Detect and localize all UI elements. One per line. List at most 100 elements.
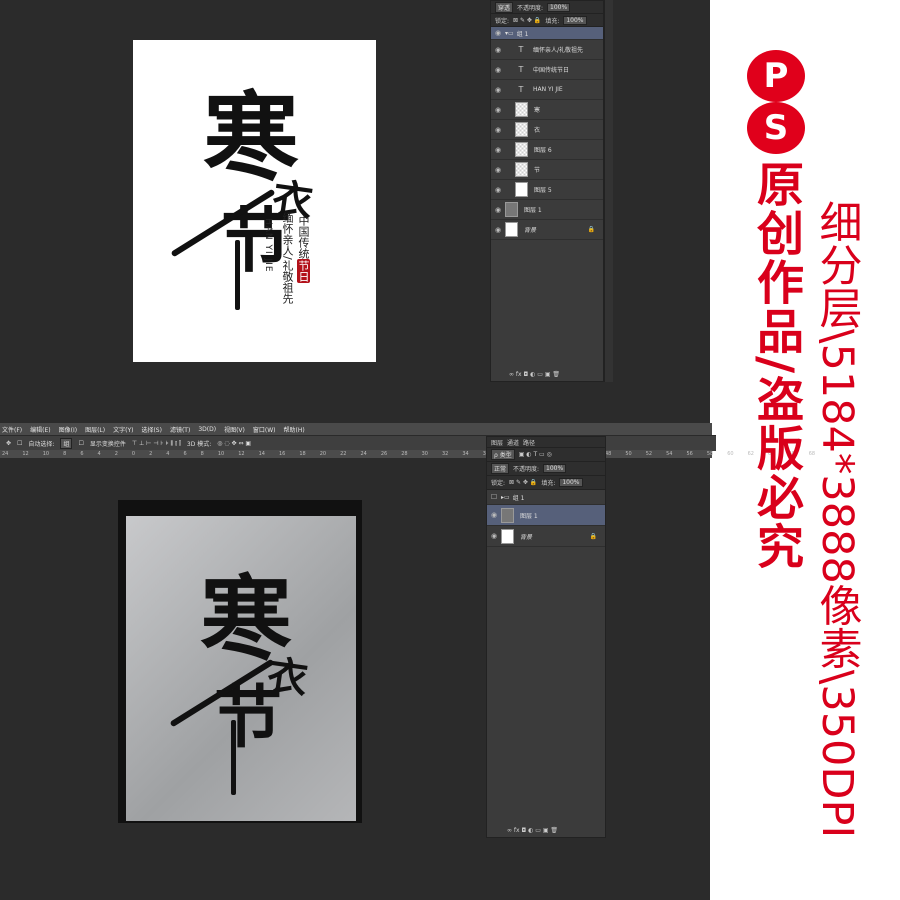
lock-icon: 🔒 <box>587 226 595 233</box>
layer-row-text2[interactable]: ◉ T 中国传统节日 <box>491 60 603 80</box>
ruler-tick-label: 10 <box>42 451 50 457</box>
eye-icon[interactable]: ◉ <box>491 86 505 94</box>
menu-image[interactable]: 图像(I) <box>59 425 77 434</box>
bottom-layer-layer1[interactable]: ◉ 图层 1 <box>487 505 605 526</box>
menu-3d[interactable]: 3D(D) <box>198 426 216 433</box>
ruler-tick-label: 22 <box>340 451 347 457</box>
auto-select-dropdown[interactable]: 组 <box>60 438 73 449</box>
eye-icon[interactable]: ◉ <box>491 206 505 214</box>
ps-badge-s: S <box>747 102 805 154</box>
layer-thumbnail <box>515 122 528 137</box>
bottom-blend-select[interactable]: 正常 <box>491 463 510 474</box>
top-lock-icons[interactable]: ⊠ ✎ ✥ 🔒 <box>513 17 541 24</box>
tab-channels[interactable]: 通道 <box>507 438 519 447</box>
layer-name: 节 <box>534 167 541 174</box>
layer-row-layer6[interactable]: ◉ 图层 6 <box>491 140 603 160</box>
layer-name: 图层 5 <box>534 187 552 194</box>
layer-row-yi[interactable]: ◉ 衣 <box>491 120 603 140</box>
text-layer-icon: T <box>518 65 524 74</box>
menu-window[interactable]: 窗口(W) <box>253 425 276 434</box>
bottom-lock-icons[interactable]: ⊠ ✎ ✥ 🔒 <box>509 479 537 486</box>
layer-row-text1[interactable]: ◉ T 缅怀亲人/礼敬祖先 <box>491 40 603 60</box>
top-panel-scrollbar[interactable] <box>604 0 613 382</box>
layer-name: 组 1 <box>512 494 525 502</box>
layer-thumbnail <box>515 102 528 117</box>
eye-icon[interactable]: ◉ <box>491 29 505 37</box>
bottom-layer-group1[interactable]: ☐ ▸▭ 组 1 <box>487 490 605 505</box>
filter-icons[interactable]: ▣ ◐ T ▭ ◎ <box>519 451 552 458</box>
top-fill-input[interactable]: 100% <box>563 15 587 25</box>
bottom-opacity-input[interactable]: 100% <box>543 464 567 473</box>
layer-thumbnail <box>515 162 528 177</box>
ruler-tick-label: 56 <box>686 451 693 457</box>
eye-icon[interactable]: ◉ <box>491 106 505 114</box>
eye-icon[interactable]: ◉ <box>491 166 505 174</box>
layer-name: 图层 1 <box>520 512 538 520</box>
ruler-tick-label: 12 <box>238 451 245 457</box>
ruler-tick-label: 2 <box>149 451 153 457</box>
eye-icon[interactable]: ◉ <box>491 186 505 194</box>
layer-thumbnail <box>505 202 518 217</box>
layer-row-group1[interactable]: ◉ ▾▭ 组 1 <box>491 27 603 40</box>
layer-row-han[interactable]: ◉ 寒 <box>491 100 603 120</box>
top-blend-row: 穿透 不透明度: 100% <box>491 1 603 14</box>
layer-thumbnail <box>515 142 528 157</box>
filter-dropdown[interactable]: ρ 类型 <box>491 449 515 460</box>
text-layer-icon: T <box>518 45 524 54</box>
eye-icon[interactable]: ◉ <box>491 66 505 74</box>
ruler-tick-label: 26 <box>380 451 388 457</box>
poster-pinyin: HAN YI JIE <box>263 218 273 273</box>
layer-row-layer5[interactable]: ◉ 图层 5 <box>491 180 603 200</box>
eye-icon[interactable]: ◉ <box>487 511 501 519</box>
align-icons[interactable]: ⊤ ⊥ ⊢ ⊣ ⊦ ⊧ ⫼ ⫾ ⫿ <box>132 440 181 448</box>
menu-select[interactable]: 选择(S) <box>141 425 162 434</box>
layer-row-text3[interactable]: ◉ T HAN YI JIE <box>491 80 603 100</box>
eye-icon[interactable]: ◉ <box>491 46 505 54</box>
layer-row-jie[interactable]: ◉ 节 <box>491 160 603 180</box>
options-bar: ✥ ☐ 自动选择: 组 ☐ 显示变换控件 ⊤ ⊥ ⊢ ⊣ ⊦ ⊧ ⫼ ⫾ ⫿ 3… <box>0 435 716 451</box>
move-tool-icon[interactable]: ✥ <box>6 440 11 447</box>
top-opacity-input[interactable]: 100% <box>547 2 571 12</box>
menu-bar: 文件(F) 编辑(E) 图像(I) 图层(L) 文字(Y) 选择(S) 滤镜(T… <box>0 423 712 435</box>
eye-icon[interactable]: ◉ <box>491 126 505 134</box>
layer-name: 背景 <box>524 227 537 234</box>
menu-layer[interactable]: 图层(L) <box>85 425 105 434</box>
mode-3d-icons[interactable]: ◎ ◌ ✥ ⇔ ▣ <box>217 440 251 447</box>
top-blend-select[interactable]: 穿透 <box>495 1 514 13</box>
menu-type[interactable]: 文字(Y) <box>113 425 133 434</box>
menu-filter[interactable]: 滤镜(T) <box>170 425 190 434</box>
layer-row-background[interactable]: ◉ 背景 🔒 <box>491 220 603 240</box>
eye-icon[interactable]: ◉ <box>491 226 505 234</box>
folder-icon: ▸▭ <box>501 493 510 501</box>
auto-select-checkbox[interactable]: ☐ <box>17 440 22 447</box>
menu-file[interactable]: 文件(F) <box>2 425 22 434</box>
file-info: 细分层\5184*3888像素\350DPI <box>812 200 862 839</box>
ruler-tick-label: 2 <box>114 451 118 457</box>
bottom-lock-row: 锁定: ⊠ ✎ ✥ 🔒 填充: 100% <box>487 476 605 490</box>
menu-help[interactable]: 帮助(H) <box>284 425 305 434</box>
layer-name: 图层 6 <box>534 147 552 154</box>
bottom-layer-background[interactable]: ◉ 背景 🔒 <box>487 526 605 547</box>
tab-layers[interactable]: 图层 <box>491 438 503 447</box>
bottom-filter-row: ρ 类型 ▣ ◐ T ▭ ◎ <box>487 448 605 462</box>
ruler-tick-label: 4 <box>97 451 101 457</box>
eye-icon[interactable]: ☐ <box>487 493 501 501</box>
top-lock-label: 锁定: <box>495 17 510 25</box>
eye-icon[interactable]: ◉ <box>487 532 501 540</box>
layer-name: 背景 <box>520 533 533 541</box>
menu-edit[interactable]: 编辑(E) <box>30 425 50 434</box>
menu-view[interactable]: 视图(V) <box>224 425 245 434</box>
bottom-panel-footer[interactable]: ∞ fx ◘ ◐ ▭ ▣ 🗑 <box>507 827 558 834</box>
top-panel-footer[interactable]: ∞ fx ◘ ◐ ▭ ▣ 🗑 <box>509 371 560 378</box>
poster-subtitle-1: 中国传统节日 <box>295 215 311 283</box>
layer-row-layer1[interactable]: ◉ 图层 1 <box>491 200 603 220</box>
ruler-tick-label: 12 <box>22 451 29 457</box>
tab-paths[interactable]: 路径 <box>523 438 535 447</box>
eye-icon[interactable]: ◉ <box>491 146 505 154</box>
ruler-tick-label: 8 <box>200 451 204 457</box>
layer-name: 衣 <box>534 127 541 134</box>
show-transform-checkbox[interactable]: ☐ <box>78 440 83 447</box>
layer-name: 组 1 <box>516 30 529 38</box>
bottom-fill-input[interactable]: 100% <box>559 478 583 487</box>
ruler-tick-label: 30 <box>421 451 428 457</box>
